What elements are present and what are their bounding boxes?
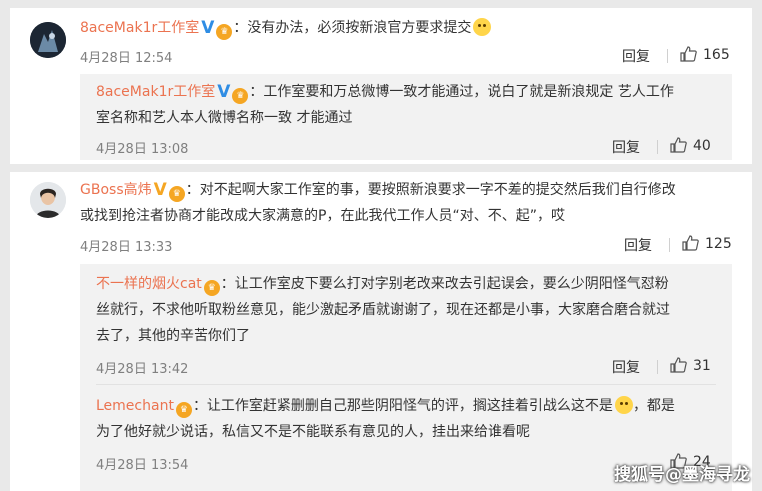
comment-body: 8aceMak1r工作室 V ♛ ：没有办法，必须按新浪官方要求提交	[80, 18, 492, 40]
thumbs-up-icon	[670, 137, 687, 153]
reply-text-line: ：让工作室赶紧删删自己那些阴阳怪气的评，搁这挂着引战么这不是	[192, 398, 613, 414]
timestamp: 4月28日 13:33	[80, 240, 173, 255]
reply-panel: 不一样的烟火cat ♛ ：让工作室皮下要么打对字别老改来改去引起误会，要么少阴阳怪气…	[80, 264, 732, 491]
like-button[interactable]: 31	[670, 357, 711, 374]
reply-panel: 8aceMak1r工作室 V ♛ ：工作室要和万总微博一致才能通过，说白了就是新浪规定…	[80, 74, 732, 160]
reply-body: 8aceMak1r工作室 V ♛ ：工作室要和万总微博一致才能通过，说白了就是新浪规定…	[96, 82, 674, 104]
crown-icon: ♛	[216, 24, 233, 40]
reply-button[interactable]: 回复	[612, 137, 640, 157]
avatar-image	[30, 182, 66, 218]
timestamp: 4月28日 13:42	[96, 362, 189, 377]
comment-text: ：没有办法，必须按新浪官方要求提交	[233, 20, 472, 36]
like-button[interactable]: 165	[680, 46, 730, 63]
verified-icon: V	[217, 82, 231, 102]
reply-body: 不一样的烟火cat ♛ ：让工作室皮下要么打对字别老改来改去引起误会，要么少阴阳怪气…	[96, 274, 669, 296]
comment-text-line: 或找到抢注者协商才能改成大家满意的P，在此我代工作人员“对、不、起”，哎	[80, 208, 565, 224]
username-link[interactable]: 不一样的烟火cat	[96, 276, 202, 292]
reply-divider	[96, 384, 716, 385]
avatar[interactable]	[30, 182, 66, 218]
reply-text-line: 为了他好就少说话，私信又不是不能联系有意见的人，挂出来给谁看呢	[96, 424, 530, 440]
username-link[interactable]: 8aceMak1r工作室	[80, 20, 199, 36]
reply-text-line: ：让工作室皮下要么打对字别老改来改去引起误会，要么少阴阳怪气怼粉	[220, 276, 669, 292]
reply-text-line: 室名称和艺人本人微博名称一致 才能通过	[96, 110, 353, 126]
worried-face-emoji-icon	[473, 18, 492, 36]
reply-body: Lemechant ♛ ：让工作室赶紧删删自己那些阴阳怪气的评，搁这挂着引战么这不是…	[96, 396, 675, 418]
reply-text-line: ：工作室要和万总微博一致才能通过，说白了就是新浪规定 艺人工作	[249, 84, 674, 100]
reply-button[interactable]: 回复	[612, 357, 640, 377]
crown-icon: ♛	[168, 186, 185, 202]
reply-text-line: ，都是	[632, 398, 675, 414]
like-button[interactable]: 125	[682, 235, 732, 252]
crown-icon: ♛	[175, 402, 192, 418]
like-button[interactable]: 40	[670, 137, 711, 154]
timestamp: 4月28日 13:54	[96, 458, 189, 473]
like-count: 31	[693, 358, 711, 374]
avatar[interactable]	[30, 22, 66, 58]
reply-text-line: 丝就行，不求他听取粉丝意见，能少激起矛盾就谢谢了，现在还都是小事，大家磨合磨合就…	[96, 302, 670, 318]
divider	[667, 49, 668, 63]
like-count: 165	[703, 47, 730, 63]
reply-button[interactable]: 回复	[622, 46, 650, 66]
divider	[657, 360, 658, 374]
like-count: 125	[705, 236, 732, 252]
watermark-text: 搜狐号@墨海寻龙	[614, 465, 750, 485]
comment-body: GBoss高炜 V ♛ ：对不起啊大家工作室的事，要按照新浪要求一字不差的提交然后我们…	[80, 180, 676, 202]
sweat-face-emoji-icon	[614, 396, 633, 414]
reply-button[interactable]: 回复	[624, 235, 652, 255]
avatar-image	[30, 22, 66, 58]
comment-text-line: ：对不起啊大家工作室的事，要按照新浪要求一字不差的提交然后我们自行修改	[185, 182, 676, 198]
timestamp: 4月28日 12:54	[80, 51, 173, 66]
username-link[interactable]: Lemechant	[96, 398, 174, 414]
username-link[interactable]: GBoss高炜	[80, 182, 152, 198]
thumbs-up-icon	[680, 46, 697, 62]
username-link[interactable]: 8aceMak1r工作室	[96, 84, 215, 100]
comment-card: 8aceMak1r工作室 V ♛ ：没有办法，必须按新浪官方要求提交 4月28日 12…	[10, 8, 752, 164]
comment-card: GBoss高炜 V ♛ ：对不起啊大家工作室的事，要按照新浪要求一字不差的提交然后我们…	[10, 172, 752, 491]
crown-icon: ♛	[203, 280, 220, 296]
reply-text-line: 去了，其他的辛苦你们了	[96, 328, 250, 344]
like-count: 40	[693, 138, 711, 154]
verified-icon: V	[201, 18, 215, 38]
divider	[669, 238, 670, 252]
crown-icon: ♛	[232, 88, 249, 104]
timestamp: 4月28日 13:08	[96, 142, 189, 157]
thumbs-up-icon	[670, 357, 687, 373]
verified-gold-icon: V	[153, 180, 167, 200]
divider	[657, 140, 658, 154]
thumbs-up-icon	[682, 235, 699, 251]
